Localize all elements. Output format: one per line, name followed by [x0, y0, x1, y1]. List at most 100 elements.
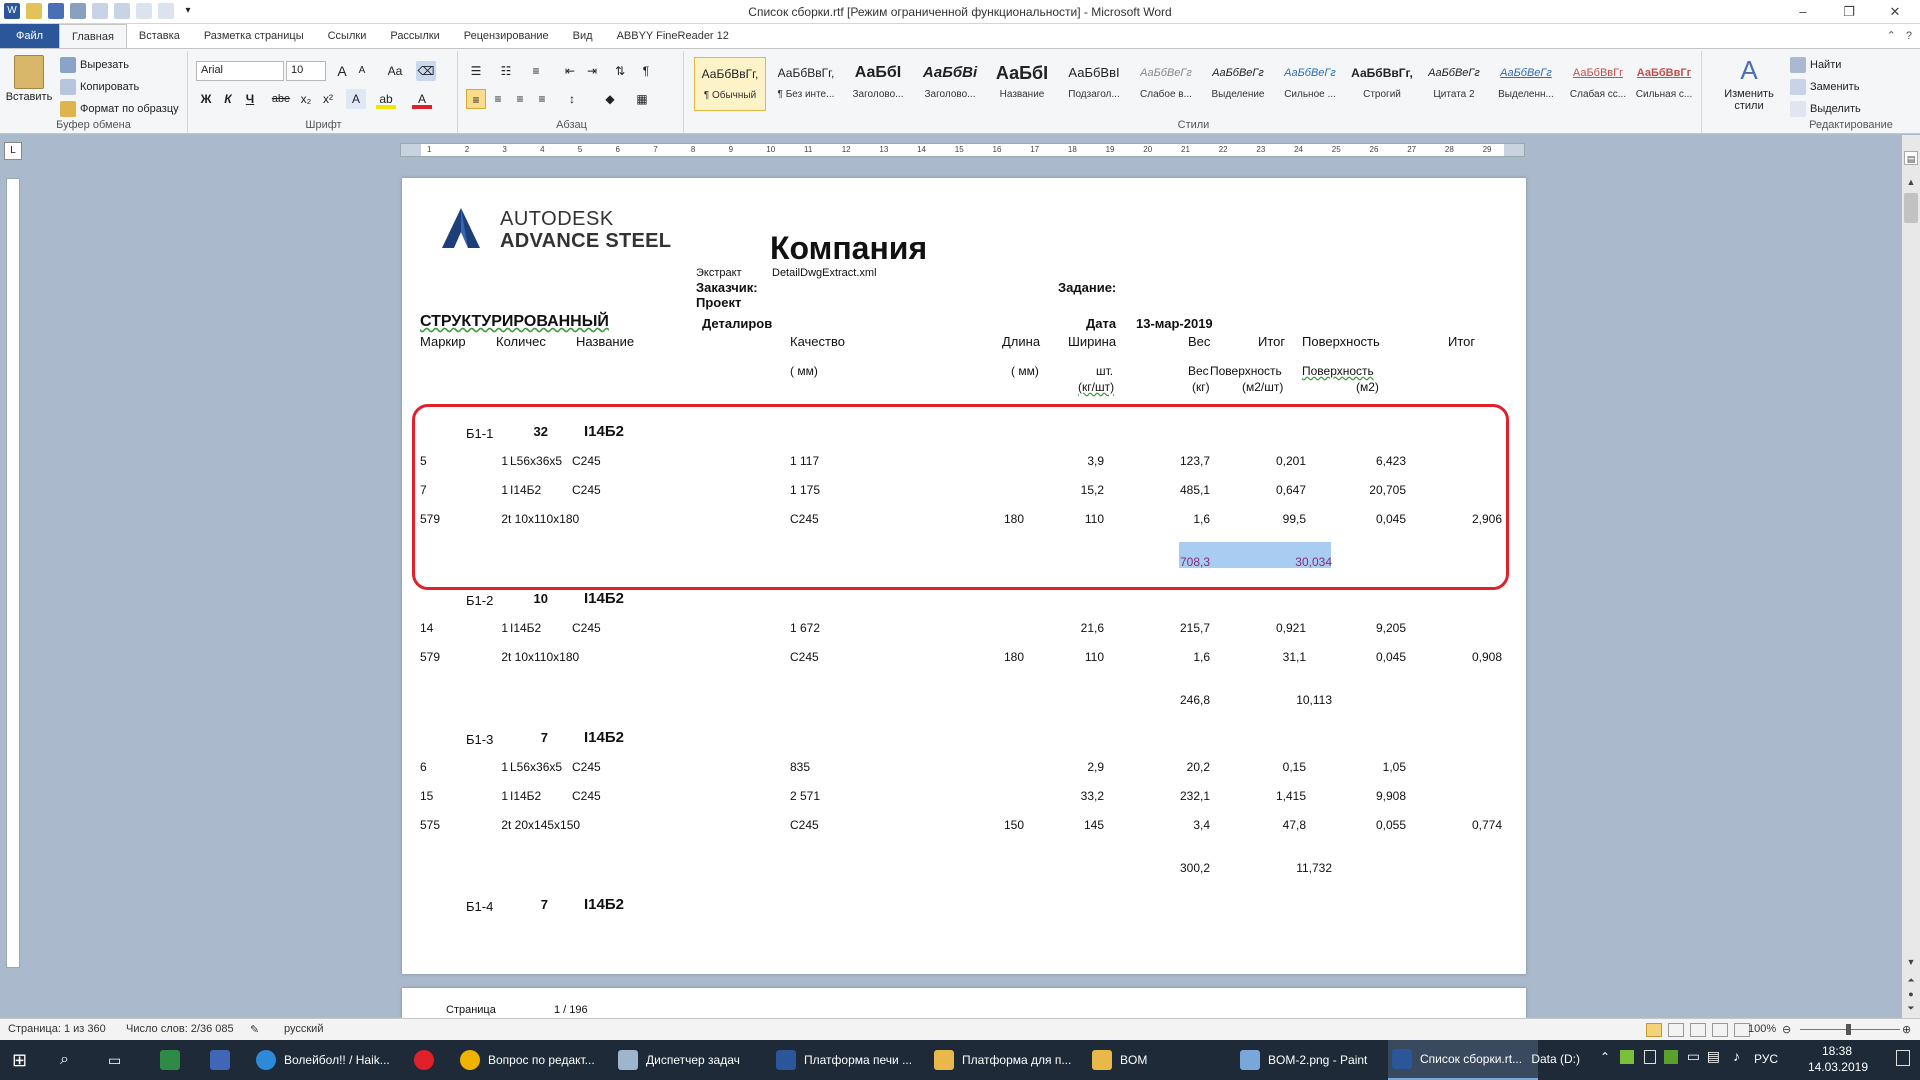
shading-icon[interactable]: ◆	[600, 89, 620, 109]
language[interactable]: русский	[284, 1023, 323, 1035]
style-item[interactable]: АаБбВеГг Цитата 2	[1418, 57, 1490, 111]
taskbar-excel[interactable]	[156, 1040, 192, 1080]
vertical-scrollbar[interactable]: ▤ ▲ ▼ ⏶ ● ⏷	[1902, 135, 1920, 1020]
italic-button[interactable]: К	[218, 89, 238, 109]
change-case-button[interactable]: Aa	[382, 61, 408, 81]
tab-abbyy[interactable]: ABBYY FineReader 12	[605, 24, 741, 48]
notifications-icon[interactable]	[1896, 1050, 1910, 1066]
bullets-icon[interactable]: ☰	[466, 61, 486, 81]
taskbar-item[interactable]: Платформа для п...	[930, 1040, 1078, 1080]
underline-button[interactable]: Ч	[240, 89, 260, 109]
collapse-ribbon-icon[interactable]: ⌃	[1887, 24, 1896, 48]
shrink-font-button[interactable]: A	[352, 61, 372, 81]
style-item[interactable]: АаБбВвІ Подзагол...	[1058, 57, 1130, 111]
select-button[interactable]: Выделить	[1790, 101, 1861, 117]
line-spacing-icon[interactable]: ↕	[562, 89, 582, 109]
font-size-combo[interactable]: 10	[286, 61, 326, 81]
clear-formatting-icon[interactable]: ⌫	[416, 61, 436, 81]
align-left-icon[interactable]: ≡	[466, 89, 486, 109]
close-button[interactable]: ✕	[1872, 0, 1918, 24]
cut-button[interactable]: Вырезать	[60, 57, 129, 73]
fullscreen-reading-view-icon[interactable]	[1668, 1023, 1684, 1037]
monitor-icon[interactable]: ▭	[1687, 1048, 1700, 1065]
style-item[interactable]: АаБбВвГг, ¶ Без инте...	[770, 57, 842, 111]
taskbar-item[interactable]: Волейбол!! / Haik...	[252, 1040, 400, 1080]
font-color-button[interactable]: A	[412, 89, 432, 109]
increase-indent-icon[interactable]: ⇥	[582, 61, 602, 81]
taskbar-item[interactable]: BOM-2.png - Paint	[1236, 1040, 1384, 1080]
zoom-out-icon[interactable]: ⊖	[1782, 1023, 1791, 1036]
borders-icon[interactable]: ▦	[632, 89, 652, 109]
style-item[interactable]: АаБбВвГг, ¶ Обычный	[694, 57, 766, 111]
previous-page-icon[interactable]: ⏶	[1904, 973, 1918, 987]
sort-icon[interactable]: ⇅	[610, 61, 630, 81]
ruler-toggle-icon[interactable]: ▤	[1904, 151, 1918, 165]
style-item[interactable]: АаБбВі Заголово...	[914, 57, 986, 111]
copy-button[interactable]: Копировать	[60, 79, 139, 95]
align-right-icon[interactable]: ≡	[510, 89, 530, 109]
taskbar-item-active[interactable]: Список сборки.rt...	[1388, 1040, 1538, 1080]
decrease-indent-icon[interactable]: ⇤	[560, 61, 580, 81]
clock-date[interactable]: 14.03.2019	[1808, 1060, 1868, 1074]
document-page-2[interactable]: Страница 1 / 196	[402, 988, 1526, 1018]
horizontal-ruler[interactable]: 1 2 3 4 5 6 7 8 9 10 11 12 13 14 15 16 17 18 19 20 21 22 23 24 2…	[400, 143, 1525, 157]
start-button[interactable]: ⊞	[8, 1040, 44, 1080]
justify-icon[interactable]: ≡	[532, 89, 552, 109]
help-icon[interactable]: ?	[1906, 24, 1912, 48]
show-formatting-button[interactable]: ¶	[636, 61, 656, 81]
style-item[interactable]: АаБбВвГг, Строгий	[1346, 57, 1418, 111]
grow-font-button[interactable]: A	[332, 61, 352, 81]
highlight-color-icon[interactable]: ab	[376, 89, 396, 109]
numbering-icon[interactable]: ☷	[496, 61, 516, 81]
tab-stop-selector[interactable]: L	[4, 142, 22, 160]
search-button[interactable]: ⌕	[56, 1040, 92, 1080]
maximize-button[interactable]: ❐	[1826, 0, 1872, 24]
format-painter-button[interactable]: Формат по образцу	[60, 101, 179, 117]
drive-label[interactable]: Data (D:)	[1531, 1052, 1580, 1066]
style-item[interactable]: АаБбВеГг Выделенн...	[1490, 57, 1562, 111]
tab-mailings[interactable]: Рассылки	[378, 24, 451, 48]
taskbar-item[interactable]: Платформа печи ...	[772, 1040, 920, 1080]
tab-insert[interactable]: Вставка	[127, 24, 192, 48]
tab-references[interactable]: Ссылки	[316, 24, 379, 48]
tab-view[interactable]: Вид	[561, 24, 605, 48]
paste-button[interactable]: Вставить	[6, 55, 52, 103]
input-language[interactable]: РУС	[1754, 1052, 1778, 1066]
nvidia-icon[interactable]	[1664, 1050, 1678, 1064]
bold-button[interactable]: Ж	[196, 89, 216, 109]
taskbar-item[interactable]: Вопрос по редакт...	[456, 1040, 604, 1080]
style-item[interactable]: АаБбІ Название	[986, 57, 1058, 111]
task-view-button[interactable]: ▭	[104, 1040, 140, 1080]
taskbar-item[interactable]: Диспетчер задач	[614, 1040, 762, 1080]
font-name-combo[interactable]: Arial	[196, 61, 284, 81]
volume-icon[interactable]: ♪	[1733, 1048, 1740, 1064]
tab-page-layout[interactable]: Разметка страницы	[192, 24, 316, 48]
clock-time[interactable]: 18:38	[1822, 1044, 1852, 1058]
browse-object-icon[interactable]: ●	[1904, 987, 1918, 1001]
word-count[interactable]: Число слов: 2/36 085	[126, 1023, 234, 1035]
page-count[interactable]: Страница: 1 из 360	[8, 1023, 106, 1035]
taskbar-save-app[interactable]	[206, 1040, 242, 1080]
style-item[interactable]: АаБбІ Заголово...	[842, 57, 914, 111]
subscript-button[interactable]: x₂	[296, 89, 316, 109]
tray-doc-icon[interactable]	[1644, 1050, 1656, 1064]
network-icon[interactable]: ▤	[1707, 1048, 1720, 1065]
style-item[interactable]: АаБбВвГг Сильная с...	[1634, 57, 1694, 111]
style-item[interactable]: АаБбВеГг Слабое в...	[1130, 57, 1202, 111]
chevron-up-icon[interactable]: ⌃	[1600, 1050, 1610, 1064]
zoom-in-icon[interactable]: ⊕	[1902, 1023, 1911, 1036]
multilevel-list-icon[interactable]: ≡	[526, 61, 546, 81]
document-page[interactable]: AUTODESK ADVANCE STEEL Компания Экстракт…	[402, 178, 1526, 974]
text-effects-icon[interactable]: A	[346, 89, 366, 109]
proofing-icon[interactable]: ✎	[250, 1023, 259, 1036]
minimize-button[interactable]: –	[1780, 0, 1826, 24]
style-item[interactable]: АаБбВвГг Слабая сс...	[1562, 57, 1634, 111]
tray-app-icon[interactable]	[1620, 1050, 1634, 1064]
zoom-level[interactable]: 100%	[1748, 1023, 1776, 1035]
taskbar-item[interactable]: BOM	[1088, 1040, 1236, 1080]
scroll-thumb[interactable]	[1904, 193, 1918, 223]
strikethrough-button[interactable]: abe	[268, 89, 294, 109]
tab-file[interactable]: Файл	[0, 24, 60, 48]
taskbar-opera[interactable]	[410, 1040, 446, 1080]
tab-home[interactable]: Главная	[59, 24, 127, 48]
